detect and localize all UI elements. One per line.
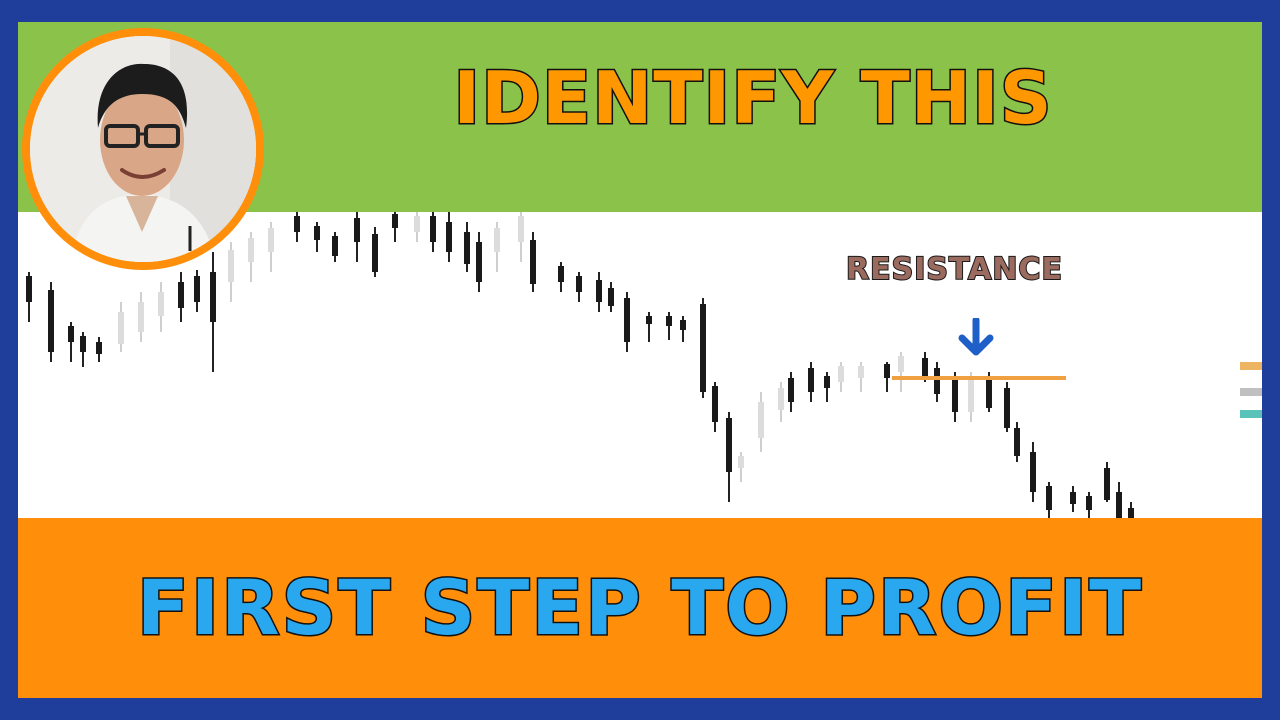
candle [80, 332, 86, 367]
candle [738, 452, 744, 482]
candle [758, 392, 764, 452]
candle [430, 212, 436, 252]
candle [934, 362, 940, 402]
price-chart [18, 212, 1262, 518]
candle [646, 312, 652, 342]
candle [624, 292, 630, 352]
subline: FIRST STEP TO PROFIT [135, 563, 1144, 652]
candle [158, 282, 164, 332]
candle [858, 362, 864, 392]
candle [332, 232, 338, 262]
candle [354, 212, 360, 262]
candle [48, 282, 54, 362]
candle [138, 292, 144, 342]
candle [884, 362, 890, 392]
candle [294, 212, 300, 242]
candle [712, 382, 718, 432]
candle [1104, 462, 1110, 502]
candle [726, 412, 732, 502]
avatar [22, 28, 264, 270]
thumbnail-frame: IDENTIFY THIS FIRST STEP TO PROFIT RESIS… [18, 22, 1262, 698]
candle [788, 372, 794, 412]
candle [476, 232, 482, 292]
candle [1116, 482, 1122, 518]
candle [666, 312, 672, 340]
candle [414, 212, 420, 242]
candle [1014, 422, 1020, 462]
headline: IDENTIFY THIS [452, 56, 1053, 140]
candle [530, 232, 536, 292]
candle [1030, 442, 1036, 502]
candle [268, 222, 274, 272]
candle [1004, 382, 1010, 432]
candle [118, 302, 124, 352]
candle [680, 316, 686, 342]
candlestick-chart [26, 212, 1262, 518]
candle [838, 362, 844, 392]
candle [392, 212, 398, 242]
candle [248, 232, 254, 282]
candle [68, 322, 74, 362]
candle [494, 222, 500, 272]
candle [1128, 502, 1134, 518]
candle [778, 382, 784, 422]
candle [596, 272, 602, 312]
resistance-label: RESISTANCE [845, 252, 1063, 287]
candle [518, 212, 524, 262]
candle [824, 372, 830, 402]
candle [372, 227, 378, 277]
price-scale [1240, 362, 1262, 418]
candle [700, 298, 706, 398]
presenter-portrait [30, 36, 256, 262]
candle [1070, 486, 1076, 512]
candle [808, 362, 814, 402]
candle [178, 272, 184, 322]
candle [1086, 492, 1092, 518]
candle [576, 272, 582, 302]
candle [1046, 482, 1052, 518]
candle [26, 272, 32, 322]
candle [558, 262, 564, 292]
candle [194, 270, 200, 312]
candle [210, 252, 216, 372]
candle [446, 212, 452, 262]
candle [96, 337, 102, 362]
arrow-down-icon [958, 318, 994, 356]
candle [314, 222, 320, 252]
candle [898, 352, 904, 392]
candle [464, 222, 470, 272]
resistance-line [892, 376, 1066, 380]
candle [228, 242, 234, 302]
candle [608, 282, 614, 312]
